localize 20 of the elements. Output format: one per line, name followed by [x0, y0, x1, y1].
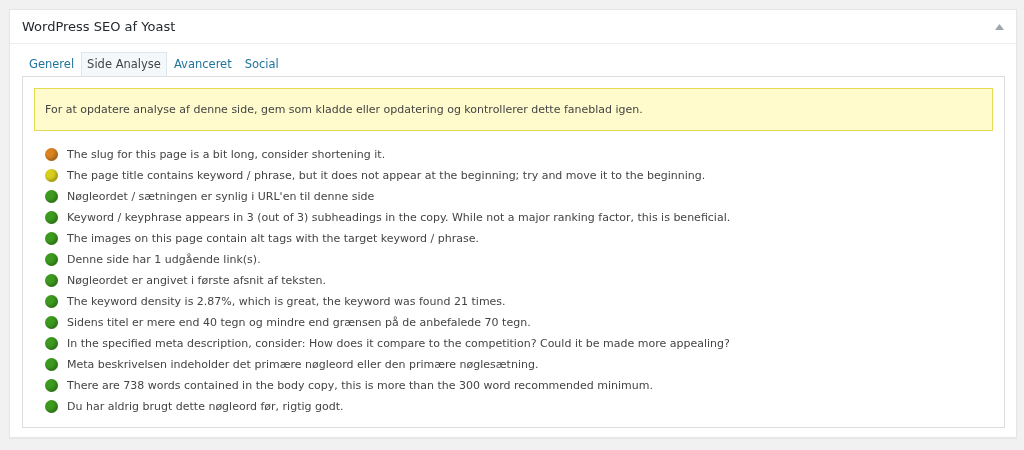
- tab[interactable]: Generel: [23, 52, 81, 76]
- result-text: There are 738 words contained in the body copy, this is more than the 300 word recommended minimum.: [67, 379, 653, 392]
- result-text: The page title contains keyword / phrase, but it does not appear at the beginning; try and move it to the beginning.: [67, 169, 706, 182]
- tab[interactable]: Social: [238, 52, 285, 76]
- result-text: In the specified meta description, consider: How does it compare to the competition? Could it be made more appealing?: [67, 337, 730, 350]
- result-text: Nøgleordet / sætningen er synlig i URL'en til denne side: [67, 190, 375, 203]
- result-text: The images on this page contain alt tags with the target keyword / phrase.: [67, 232, 479, 245]
- result-text: Nøgleordet er angivet i første afsnit af teksten.: [67, 274, 326, 287]
- tab[interactable]: Avanceret: [167, 52, 238, 76]
- notice: For at opdatere analyse af denne side, gem som kladde eller opdatering og kontrollerer dette faneblad igen.: [34, 88, 993, 131]
- result-text: The keyword density is 2.87%, which is great, the keyword was found 21 times.: [67, 295, 506, 308]
- result-text: Keyword / keyphrase appears in 3 (out of 3) subheadings in the copy. While not a major ranking factor, this is beneficial.: [67, 211, 731, 224]
- panel-title: WordPress SEO af Yoast: [22, 19, 176, 34]
- collapse-icon[interactable]: [995, 23, 1004, 30]
- result-text: Denne side har 1 udgående link(s).: [67, 253, 261, 266]
- result-text: Du har aldrig brugt dette nøgleord før, rigtig godt.: [67, 400, 344, 413]
- tab[interactable]: Side Analyse: [81, 52, 167, 76]
- result-text: Sidens titel er mere end 40 tegn og mindre end grænsen på de anbefalede 70 tegn.: [67, 316, 531, 329]
- result-text: Meta beskrivelsen indeholder det primære nøgleord eller den primære nøglesætning.: [67, 358, 539, 371]
- result-text: The slug for this page is a bit long, consider shortening it.: [67, 148, 386, 161]
